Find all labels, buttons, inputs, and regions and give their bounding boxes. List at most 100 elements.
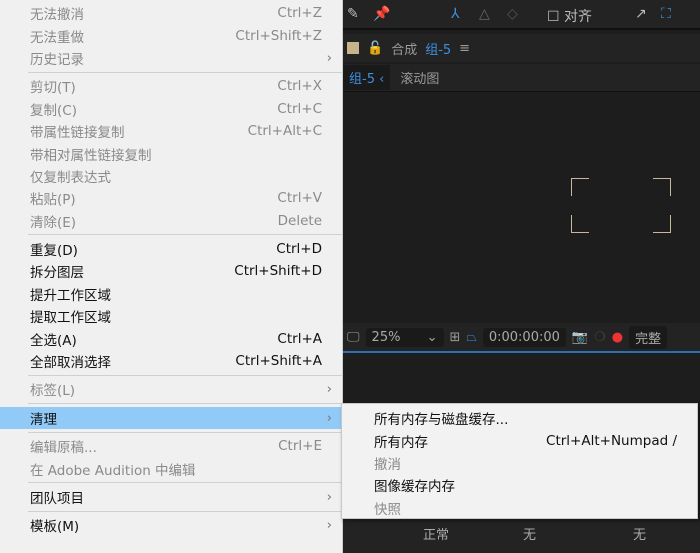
menu-item-label: 清理 [30,411,57,428]
grid-icon[interactable]: ⊞ [450,330,461,345]
menu-item[interactable]: 所有内存 Ctrl+Alt+Numpad / [342,429,697,451]
track-matte[interactable]: 无 [523,524,536,543]
menu-item: 带属性链接复制 Ctrl+Alt+C [0,120,342,142]
panel-menu-icon[interactable]: ≡ [459,41,470,56]
menu-item[interactable]: 所有内存与磁盘缓存... [342,407,697,429]
menu-item[interactable]: 全部取消选择 Ctrl+Shift+A [0,350,342,372]
menu-item-shortcut: Ctrl+Shift+A [235,353,322,370]
world-axis-icon[interactable]: △ [479,6,490,22]
menu-item-shortcut: Ctrl+X [277,78,322,95]
menu-item: 粘贴(P) Ctrl+V [0,187,342,209]
menu-item-shortcut: Ctrl+A [277,330,322,347]
edit-menu: 无法撤消 Ctrl+Z 无法重做 Ctrl+Shift+Z 历史记录 › 剪切(T) Ctrl… [0,0,343,553]
chevron-right-icon: › [326,517,332,534]
menu-item: 复制(C) Ctrl+C [0,98,342,120]
resolution-select[interactable]: 完整 [629,325,668,349]
menu-item[interactable]: 图像缓存内存 [342,474,697,496]
comp-viewer[interactable] [343,93,700,323]
menu-item-shortcut: Ctrl+D [276,241,322,258]
menu-item: 历史记录 › [0,47,342,69]
expand-icon[interactable]: ↗ [635,6,647,22]
menu-item: 标签(L) › [0,378,342,400]
mask-icon[interactable]: ⏢ [466,330,476,345]
menu-item-label: 拆分图层 [30,265,84,282]
menu-item-label: 在 Adobe Audition 中编辑 [30,462,196,479]
menu-item: 无法撤消 Ctrl+Z [0,2,342,24]
menu-item-label: 全选(A) [30,332,77,349]
menu-item-label: 重复(D) [30,243,78,260]
menu-item: 撤消 [342,452,697,474]
chevron-right-icon: › [326,409,332,426]
label-color-swatch [347,42,359,54]
tab-scroll[interactable]: 滚动图 [400,68,439,87]
camera-icon[interactable]: 📷 [572,330,588,345]
viewer-controls: 🖵 25% ⌄ ⊞ ⏢ 0:00:00:00 📷 ❍ ● 完整 [343,323,700,353]
chevron-right-icon: › [326,489,332,505]
blend-mode[interactable]: 正常 [423,524,449,543]
menu-item-label: 带属性链接复制 [30,125,125,142]
menu-item[interactable]: 提升工作区域 [0,283,342,305]
menu-item[interactable]: 团队项目 › [0,486,342,508]
menu-item-shortcut: Ctrl+Shift+Z [235,27,322,44]
menu-item-label: 仅复制表达式 [30,169,111,186]
menu-item-label: 剪切(T) [30,80,76,97]
tab-active[interactable]: 组-5 ‹ [343,65,391,90]
pin-icon[interactable]: 📌 [373,6,390,22]
chevron-left-icon: ‹ [379,72,385,87]
menu-item-label: 全部取消选择 [30,355,111,372]
menu-item: 编辑原稿... Ctrl+E [0,435,342,457]
menu-item: 无法重做 Ctrl+Shift+Z [0,24,342,46]
comp-tabs: 组-5 ‹ 滚动图 [343,64,700,92]
purge-submenu: 所有内存与磁盘缓存... 所有内存 Ctrl+Alt+Numpad / 撤消图像缓存内… [341,403,698,519]
menu-item-label: 历史记录 [30,51,84,68]
menu-item-shortcut: Ctrl+E [278,438,322,455]
menu-item-label: 复制(C) [30,102,77,119]
comp-name: 组-5 [425,42,452,58]
monitor-icon[interactable]: 🖵 [347,330,360,345]
align-checkbox[interactable]: ☐ 对齐 [547,6,592,26]
menu-item-shortcut: Ctrl+Z [277,5,322,22]
menu-item-label: 快照 [374,501,401,518]
menu-item-label: 图像缓存内存 [374,479,455,496]
menu-item-label: 粘贴(P) [30,192,76,209]
menu-item-label: 无法重做 [30,29,84,46]
parent[interactable]: 无 [633,524,646,543]
menu-item[interactable]: 重复(D) Ctrl+D [0,238,342,260]
menu-item-shortcut: Ctrl+V [277,190,322,207]
axis-icon[interactable]: ⅄ [451,6,460,22]
timeline-strip: 正常 无 无 [343,518,700,553]
menu-item[interactable]: 全选(A) Ctrl+A [0,327,342,349]
menu-item: 仅复制表达式 [0,165,342,187]
brush-icon[interactable]: ✎ [347,6,359,22]
toolbar: ✎ 📌 ⅄ △ ◇ ☐ 对齐 ↗ ⛶ [343,0,700,30]
menu-item-shortcut: Ctrl+Shift+D [234,263,322,280]
menu-item-shortcut: Delete [277,212,322,229]
menu-item: 带相对属性链接复制 [0,142,342,164]
composition-panel-header: 🔓 合成 组-5 ≡ [343,34,700,62]
menu-item[interactable]: 拆分图层 Ctrl+Shift+D [0,260,342,282]
show-snapshot-icon[interactable]: ❍ [594,330,606,345]
color-channels-icon[interactable]: ● [612,330,623,345]
timecode[interactable]: 0:00:00:00 [482,327,566,347]
menu-item[interactable]: 清理 › [0,406,342,430]
focus-icon[interactable]: ⛶ [661,6,671,22]
menu-item: 清除(E) Delete [0,210,342,232]
lock-icon[interactable]: 🔓 [367,41,383,56]
menu-item: 剪切(T) Ctrl+X [0,75,342,97]
align-label: 对齐 [564,9,593,25]
menu-item-label: 带相对属性链接复制 [30,147,152,164]
menu-item-label: 无法撤消 [30,7,84,24]
comp-label: 合成 [391,42,418,58]
menu-item-label: 标签(L) [30,383,76,400]
menu-item[interactable]: 模板(M) › [0,514,342,536]
zoom-select[interactable]: 25% ⌄ [365,327,444,347]
menu-item-shortcut: Ctrl+C [277,100,322,117]
menu-item[interactable]: 提取工作区域 [0,305,342,327]
menu-item-label: 提升工作区域 [30,287,111,304]
menu-item-label: 编辑原稿... [30,440,97,457]
menu-item-label: 模板(M) [30,519,80,536]
menu-item: 快照 [342,497,697,519]
menu-item-label: 所有内存与磁盘缓存... [374,412,509,429]
menu-item: 在 Adobe Audition 中编辑 [0,457,342,479]
view-axis-icon[interactable]: ◇ [507,6,518,22]
